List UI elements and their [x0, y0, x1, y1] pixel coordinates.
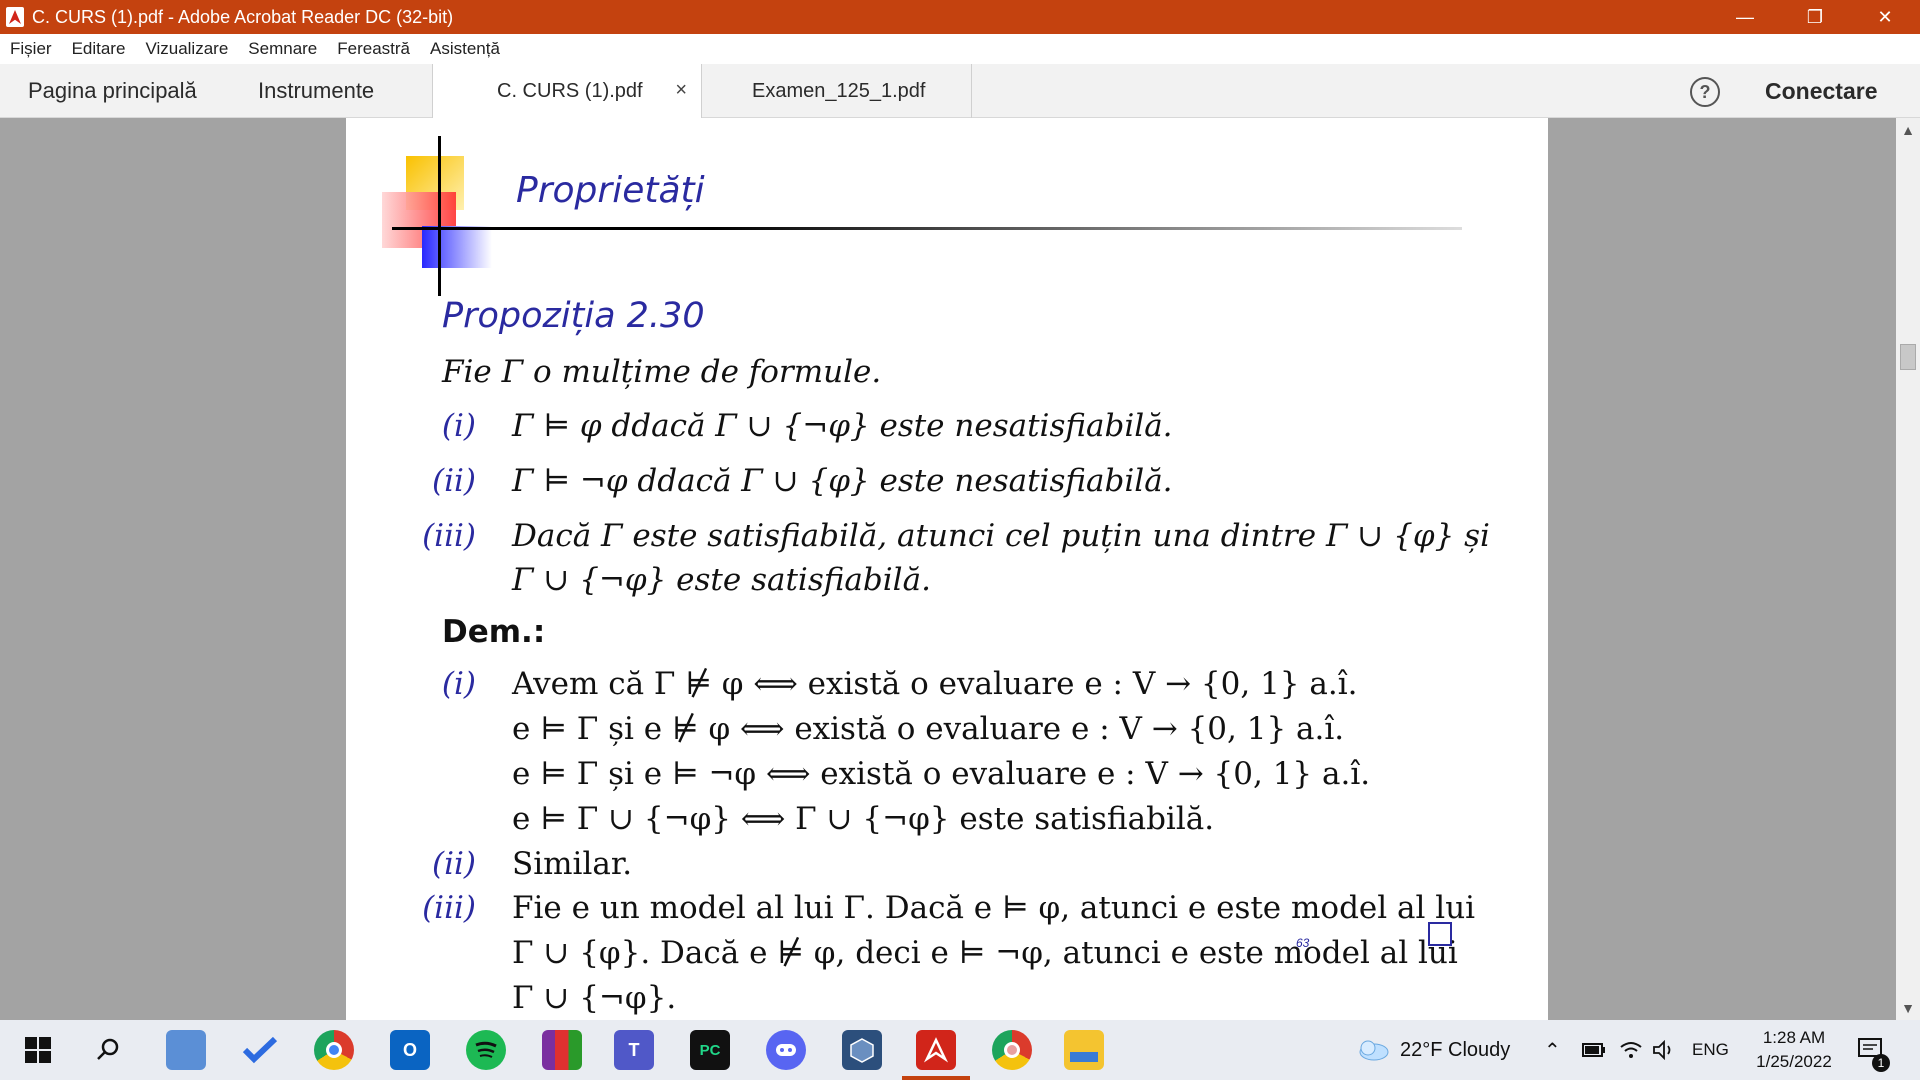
proof-number: (iii) — [422, 890, 476, 926]
proof-line: Γ ∪ {φ}. Dacă e ⊭ φ, deci e ⊨ ¬φ, atunci… — [512, 935, 1458, 971]
search-icon[interactable] — [88, 1030, 128, 1070]
tab-document-label: Examen_125_1.pdf — [752, 79, 926, 102]
language-indicator[interactable]: ENG — [1692, 1020, 1729, 1080]
item-text: Γ ⊨ φ ddacă Γ ∪ {¬φ} este nesatisfiabilă… — [512, 408, 1173, 444]
menu-view[interactable]: Vizualizare — [145, 39, 228, 59]
help-icon[interactable]: ? — [1690, 77, 1720, 107]
tab-home[interactable]: Pagina principală — [28, 64, 197, 118]
proof-line: Fie e un model al lui Γ. Dacă e ⊨ φ, atu… — [512, 890, 1476, 926]
proof-line: e ⊨ Γ și e ⊭ φ ⟺ există o evaluare e : V… — [512, 711, 1345, 747]
proof-line: Γ ∪ {¬φ}. — [512, 980, 677, 1016]
tray-overflow-icon[interactable]: ⌃ — [1544, 1020, 1561, 1080]
item-number: (i) — [441, 408, 476, 444]
volume-icon[interactable] — [1652, 1020, 1676, 1080]
weather-text: 22°F Cloudy — [1400, 1038, 1511, 1061]
menu-edit[interactable]: Editare — [72, 39, 126, 59]
page-number: 63 — [1296, 936, 1310, 950]
clock-time: 1:28 AM — [1762, 1028, 1826, 1047]
menu-window[interactable]: Fereastră — [337, 39, 410, 59]
winrar-icon[interactable] — [542, 1030, 582, 1070]
tab-bar: Pagina principală Instrumente C. CURS (1… — [0, 64, 1920, 118]
proof-number: (i) — [441, 666, 476, 702]
vertical-scrollbar[interactable]: ▲ ▼ — [1896, 118, 1920, 1020]
notifications-icon[interactable]: 1 — [1858, 1020, 1890, 1080]
chrome-icon[interactable] — [314, 1030, 354, 1070]
proposition-intro: Fie Γ o mulțime de formule. — [442, 354, 882, 390]
clock-date: 1/25/2022 — [1756, 1052, 1832, 1071]
proof-line: e ⊨ Γ și e ⊨ ¬φ ⟺ există o evaluare e : … — [512, 756, 1371, 792]
chrome-profile-icon[interactable] — [992, 1030, 1032, 1070]
virtualbox-icon[interactable] — [842, 1030, 882, 1070]
pdf-page: Proprietăți Propoziția 2.30 Fie Γ o mulț… — [346, 118, 1548, 1020]
proposition-heading: Propoziția 2.30 — [442, 296, 705, 336]
menu-bar: Fișier Editare Vizualizare Semnare Ferea… — [0, 34, 1920, 64]
proof-label: Dem.: — [442, 614, 546, 650]
weather-widget[interactable]: 22°F Cloudy — [1356, 1020, 1510, 1080]
tab-document-curs[interactable]: C. CURS (1).pdf × — [432, 64, 702, 118]
tab-document-examen[interactable]: Examen_125_1.pdf — [702, 64, 972, 118]
restore-button[interactable]: ❐ — [1780, 0, 1850, 34]
acrobat-app-icon — [6, 7, 24, 27]
slide-title: Proprietăți — [516, 170, 705, 211]
discord-icon[interactable] — [766, 1030, 806, 1070]
document-viewer[interactable]: Proprietăți Propoziția 2.30 Fie Γ o mulț… — [0, 118, 1920, 1020]
item-text-continued: Γ ∪ {¬φ} este satisfiabilă. — [512, 562, 931, 598]
close-button[interactable]: ✕ — [1850, 0, 1920, 34]
title-bar: C. CURS (1).pdf - Adobe Acrobat Reader D… — [0, 0, 1920, 34]
taskbar: O T PC 22°F Cloudy ⌃ ENG 1:28 AM 1/25/20… — [0, 1020, 1920, 1080]
scroll-thumb[interactable] — [1900, 344, 1916, 370]
wifi-icon[interactable] — [1620, 1020, 1642, 1080]
scroll-up-icon[interactable]: ▲ — [1896, 122, 1920, 138]
todo-icon[interactable] — [240, 1030, 280, 1070]
connect-button[interactable]: Conectare — [1765, 64, 1877, 118]
proof-line: Avem că Γ ⊭ φ ⟺ există o evaluare e : V … — [512, 666, 1358, 702]
desktop-icon[interactable] — [166, 1030, 206, 1070]
minimize-button[interactable]: — — [1710, 0, 1780, 34]
window-controls: — ❐ ✕ — [1710, 0, 1920, 34]
spotify-icon[interactable] — [466, 1030, 506, 1070]
item-text: Γ ⊨ ¬φ ddacă Γ ∪ {φ} este nesatisfiabilă… — [512, 463, 1173, 499]
item-text: Dacă Γ este satisfiabilă, atunci cel puț… — [512, 518, 1490, 554]
item-number: (iii) — [422, 518, 476, 554]
close-tab-icon[interactable]: × — [675, 79, 687, 102]
slide-decoration-vline — [438, 136, 441, 296]
menu-file[interactable]: Fișier — [10, 39, 52, 59]
menu-help[interactable]: Asistență — [430, 39, 500, 59]
battery-icon[interactable] — [1582, 1020, 1606, 1080]
scroll-down-icon[interactable]: ▼ — [1896, 1000, 1920, 1016]
item-number: (ii) — [431, 463, 476, 499]
proof-number: (ii) — [431, 846, 476, 882]
active-app-indicator — [902, 1076, 970, 1080]
window-title: C. CURS (1).pdf - Adobe Acrobat Reader D… — [32, 6, 454, 27]
outlook-icon[interactable]: O — [390, 1030, 430, 1070]
proof-line: e ⊨ Γ ∪ {¬φ} ⟺ Γ ∪ {¬φ} este satisfiabil… — [512, 801, 1215, 837]
acrobat-icon[interactable] — [916, 1030, 956, 1070]
tab-document-label: C. CURS (1).pdf — [497, 79, 643, 102]
slide-decoration-blue — [422, 226, 492, 268]
menu-sign[interactable]: Semnare — [248, 39, 317, 59]
pycharm-icon[interactable]: PC — [690, 1030, 730, 1070]
notification-count: 1 — [1872, 1054, 1890, 1072]
teams-icon[interactable]: T — [614, 1030, 654, 1070]
proof-line: Similar. — [512, 846, 633, 882]
tab-tools[interactable]: Instrumente — [258, 64, 374, 118]
clock[interactable]: 1:28 AM 1/25/2022 — [1744, 1020, 1844, 1080]
slide-nav-box[interactable] — [1428, 922, 1452, 946]
slide-decoration-hline — [392, 227, 1462, 230]
explorer-icon[interactable] — [1064, 1030, 1104, 1070]
start-icon[interactable] — [18, 1030, 58, 1070]
